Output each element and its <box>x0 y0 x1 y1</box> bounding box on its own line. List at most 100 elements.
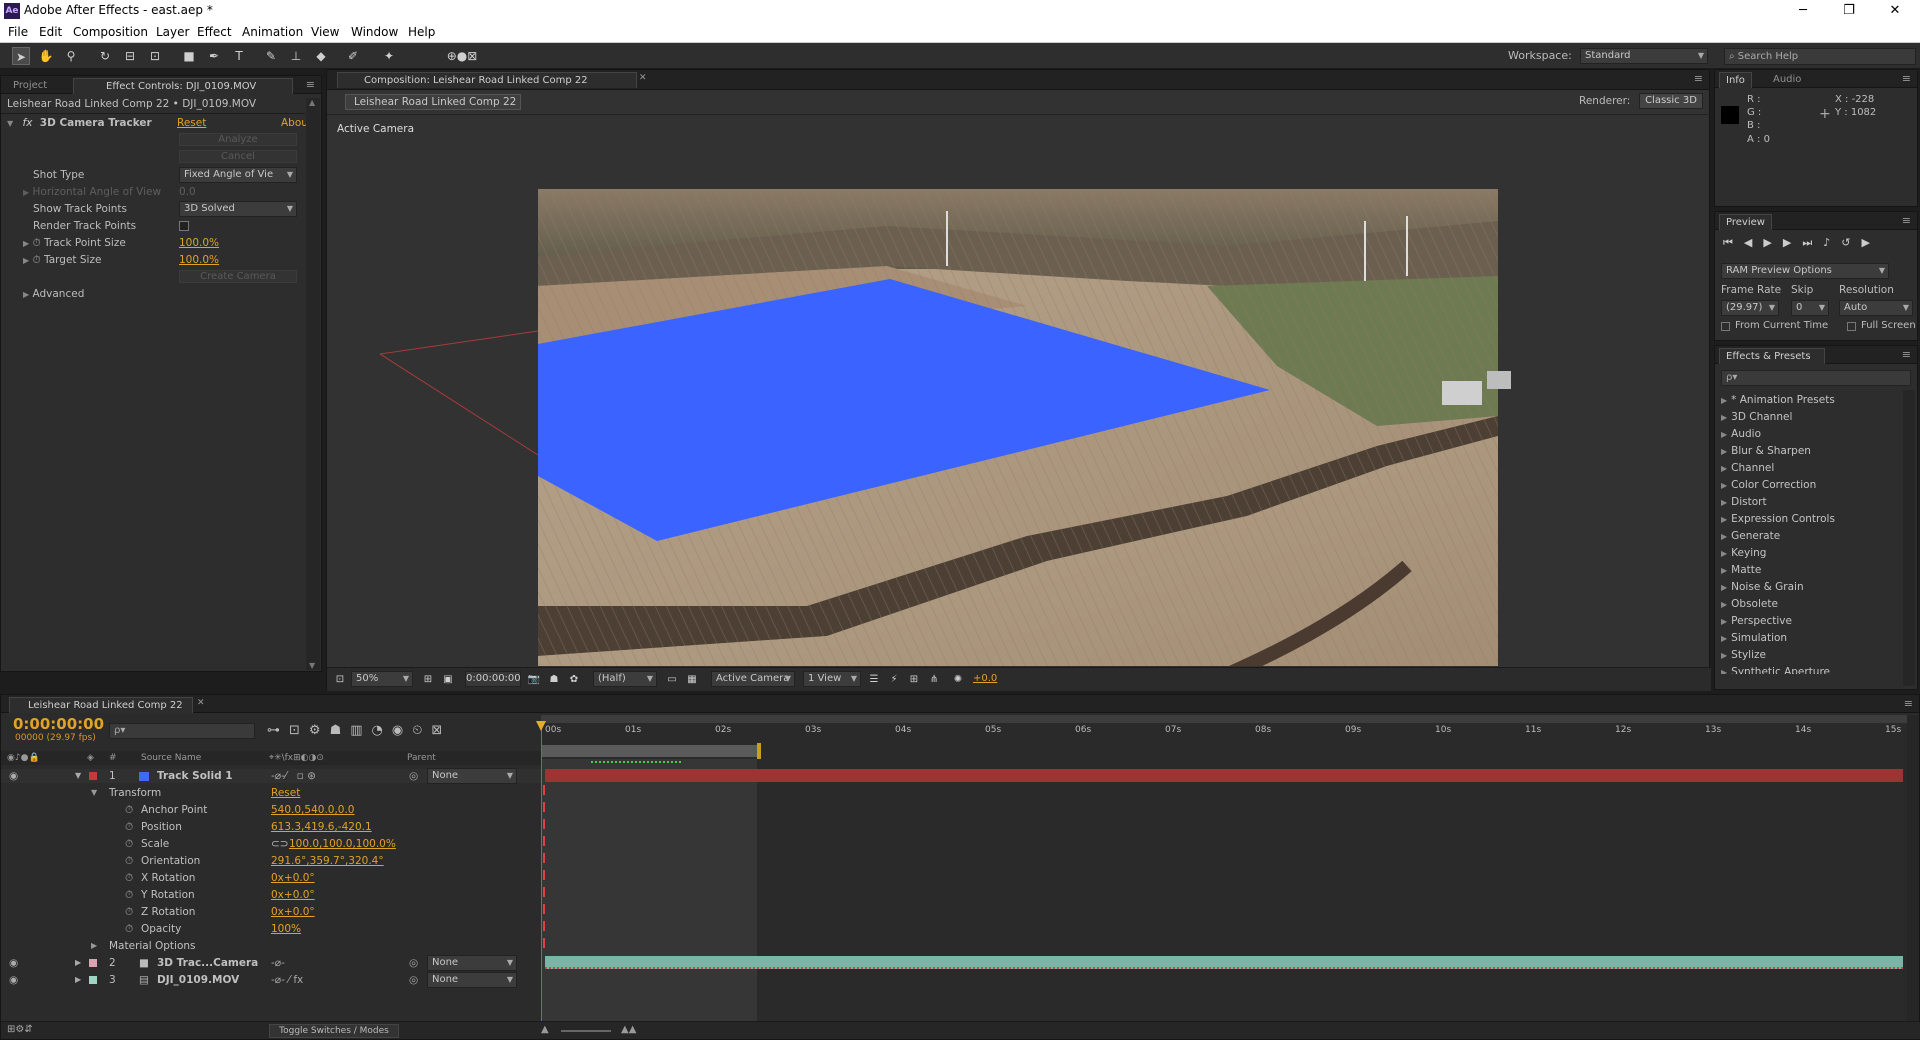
prop-orientation[interactable]: ⏱ Orientation 291.6°,359.7°,320.4° <box>1 854 541 868</box>
timeline-search-input[interactable]: ρ▾ <box>109 723 255 739</box>
camera-view-select[interactable]: Active Camera ▼ <box>711 671 795 687</box>
prop-scale[interactable]: ⏱ Scale ⊂⊃ 100.0,100.0,100.0% <box>1 837 541 851</box>
layer-row-2[interactable]: ◉ ▶ 2 ■ 3D Trac...Camera -⌀- ◎ None ▼ <box>1 955 541 971</box>
ep-stylize[interactable]: ▶ Stylize <box>1721 648 1766 662</box>
brush-tool-icon[interactable]: ✎ <box>262 47 280 65</box>
keyframe-marker[interactable] <box>543 887 545 897</box>
cancel-button[interactable]: Cancel <box>179 150 297 163</box>
effects-search-input[interactable]: ρ▾ <box>1721 370 1911 386</box>
ep-distort[interactable]: ▶ Distort <box>1721 495 1767 509</box>
hand-tool-icon[interactable]: ✋ <box>37 47 55 65</box>
timeline-switches[interactable]: ⊶⊡⚙☗▥◔◉⏲⊠ <box>267 723 537 741</box>
safe-areas-icon[interactable]: ⊞ <box>419 671 437 689</box>
axis-mode-icons[interactable]: ⊕●⊠ <box>440 47 484 65</box>
fx-icon[interactable]: fx <box>23 117 33 129</box>
create-camera-button[interactable]: Create Camera <box>179 270 297 283</box>
type-tool-icon[interactable]: T <box>230 47 248 65</box>
ep-audio[interactable]: ▶ Audio <box>1721 427 1761 441</box>
timeline-scrollbar[interactable] <box>1907 715 1919 1021</box>
keyframe-marker[interactable] <box>543 870 545 880</box>
camera-tool-icon[interactable]: ⊟ <box>121 47 139 65</box>
left-scrollbar[interactable]: ▲ ▼ <box>306 98 320 670</box>
puppet-tool-icon[interactable]: ✦ <box>380 47 398 65</box>
prop-opacity[interactable]: ⏱ Opacity 100% <box>1 922 541 936</box>
keyframe-marker[interactable] <box>543 904 545 914</box>
footer-toggle-icons[interactable]: ⊞⚙⇵ <box>7 1024 33 1035</box>
ep-simulation[interactable]: ▶ Simulation <box>1721 631 1787 645</box>
resolution-select[interactable]: (Half) ▼ <box>593 671 657 687</box>
tab-preview[interactable]: Preview <box>1719 214 1772 230</box>
zoom-in-icon[interactable]: ▲▲ <box>621 1024 636 1035</box>
zoom-select[interactable]: 50% ▼ <box>351 671 413 687</box>
parent-select-3[interactable]: None ▼ <box>427 972 517 988</box>
pixel-aspect-icon[interactable]: ☰ <box>865 671 883 689</box>
menu-effect[interactable]: Effect <box>197 25 232 39</box>
ep-noise-grain[interactable]: ▶ Noise & Grain <box>1721 580 1804 594</box>
close-button[interactable]: ✕ <box>1872 0 1918 22</box>
prop-anchor-point[interactable]: ⏱ Anchor Point 540.0,540.0,0.0 <box>1 803 541 817</box>
analyze-button[interactable]: Analyze <box>179 133 297 146</box>
flowchart-icon[interactable]: ⋔ <box>925 671 943 689</box>
zoom-tool-icon[interactable]: ⚲ <box>62 47 80 65</box>
work-area-bar[interactable] <box>541 715 1907 723</box>
region-of-interest-icon[interactable]: ▭ <box>663 671 681 689</box>
rotate-tool-icon[interactable]: ↻ <box>96 47 114 65</box>
time-ruler[interactable]: 00s 01s 02s 03s 04s 05s 06s 07s 08s 09s … <box>541 725 1907 745</box>
ep-matte[interactable]: ▶ Matte <box>1721 563 1761 577</box>
render-track-points-checkbox[interactable] <box>179 221 189 231</box>
ep-keying[interactable]: ▶ Keying <box>1721 546 1766 560</box>
skip-select[interactable]: 0 ▼ <box>1791 300 1829 316</box>
transport-controls[interactable]: ⏮◀▶▶⏭♪↺▶ <box>1723 236 1913 250</box>
from-current-time-checkbox[interactable] <box>1721 322 1730 331</box>
workspace-select[interactable]: Standard ▼ <box>1580 48 1708 64</box>
layer-row-3[interactable]: ◉ ▶ 3 ▤ DJI_0109.MOV -⌀- ⁄ fx ◎ None ▼ <box>1 972 541 988</box>
ep-expression-controls[interactable]: ▶ Expression Controls <box>1721 512 1835 526</box>
renderer-button[interactable]: Classic 3D <box>1639 93 1703 109</box>
ep-synthetic-aperture[interactable]: ▶ Synthetic Aperture <box>1721 665 1830 674</box>
parent-select-1[interactable]: None ▼ <box>427 768 517 784</box>
menu-animation[interactable]: Animation <box>242 25 303 39</box>
zoom-out-icon[interactable]: ▲ <box>541 1024 549 1035</box>
transform-row[interactable]: ▼ Transform Reset <box>1 786 541 800</box>
keyframe-marker[interactable] <box>543 921 545 931</box>
tab-timeline-comp[interactable]: Leishear Road Linked Comp 22 <box>9 697 193 713</box>
effects-menu-icon[interactable]: ≡ <box>1902 348 1911 361</box>
tab-info[interactable]: Info <box>1719 72 1752 88</box>
prop-z-rotation[interactable]: ⏱ Z Rotation 0x+0.0° <box>1 905 541 919</box>
info-menu-icon[interactable]: ≡ <box>1902 72 1911 85</box>
comp-panel-menu-icon[interactable]: ≡ <box>1694 72 1703 85</box>
layer-bar-1[interactable] <box>545 769 1903 782</box>
search-help-input[interactable]: ⌕ Search Help <box>1724 48 1916 65</box>
menu-file[interactable]: File <box>8 25 28 39</box>
keyframe-marker[interactable] <box>543 836 545 846</box>
ep-channel[interactable]: ▶ Channel <box>1721 461 1774 475</box>
selection-tool-icon[interactable]: ➤ <box>12 47 30 65</box>
mask-visibility-icon[interactable]: ▣ <box>439 671 457 689</box>
rectangle-tool-icon[interactable]: ■ <box>180 47 198 65</box>
menu-window[interactable]: Window <box>351 25 398 39</box>
timeline-menu-icon[interactable]: ≡ <box>1904 697 1913 710</box>
prop-y-rotation[interactable]: ⏱ Y Rotation 0x+0.0° <box>1 888 541 902</box>
pan-behind-tool-icon[interactable]: ⊡ <box>146 47 164 65</box>
ep-color-correction[interactable]: ▶ Color Correction <box>1721 478 1816 492</box>
current-time-indicator[interactable] <box>541 723 542 1021</box>
effect-about-link[interactable]: Abou <box>281 116 308 130</box>
ep-animation-presets[interactable]: ▶ * Animation Presets <box>1721 393 1835 407</box>
panel-menu-icon[interactable]: ≡ <box>306 78 315 91</box>
menu-layer[interactable]: Layer <box>156 25 189 39</box>
ep-generate[interactable]: ▶ Generate <box>1721 529 1780 543</box>
advanced-row[interactable]: ▶ Advanced <box>23 287 84 301</box>
effect-reset-link[interactable]: Reset <box>177 116 206 130</box>
menu-composition[interactable]: Composition <box>73 25 148 39</box>
timecode-display[interactable]: 0:00:00:00 <box>13 715 104 733</box>
ep-3d-channel[interactable]: ▶ 3D Channel <box>1721 410 1792 424</box>
fast-preview-icon[interactable]: ⚡ <box>885 671 903 689</box>
comp-tab-close-icon[interactable]: ✕ <box>639 73 647 83</box>
maximize-button[interactable]: ❐ <box>1826 0 1872 22</box>
timeline-icon[interactable]: ⊞ <box>905 671 923 689</box>
work-area-end-handle[interactable] <box>757 743 761 759</box>
show-track-points-select[interactable]: 3D Solved ▼ <box>179 201 297 217</box>
layer-row-1[interactable]: ◉ ▼ 1 Track Solid 1 -⌀-⁄ ▫ ⊛ ◎ None ▼ <box>1 768 541 784</box>
keyframe-marker[interactable] <box>543 938 545 948</box>
effects-scrollbar[interactable] <box>1903 390 1915 686</box>
